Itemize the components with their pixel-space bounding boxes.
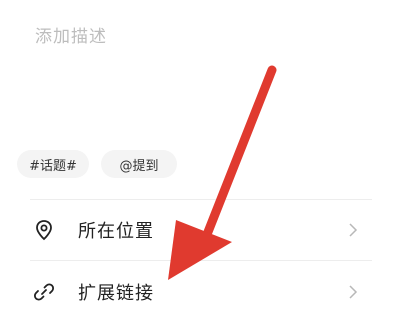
chevron-right-icon	[349, 223, 358, 237]
link-icon	[33, 281, 55, 303]
extension-link-row[interactable]: 扩展链接	[0, 264, 400, 314]
description-input[interactable]: 添加描述	[35, 22, 107, 47]
mention-tag-button[interactable]: @提到	[101, 150, 177, 178]
divider	[30, 199, 372, 200]
chevron-right-icon	[349, 285, 358, 299]
divider	[30, 260, 372, 261]
location-pin-icon	[33, 219, 55, 241]
location-row[interactable]: 所在位置	[0, 202, 400, 258]
location-label: 所在位置	[78, 221, 154, 242]
extension-link-label: 扩展链接	[78, 283, 154, 304]
topic-tag-button[interactable]: #话题#	[17, 150, 89, 178]
post-editor: 添加描述 #话题# @提到 所在位置 扩展链接	[0, 0, 400, 314]
tag-bar: #话题# @提到	[17, 150, 177, 178]
